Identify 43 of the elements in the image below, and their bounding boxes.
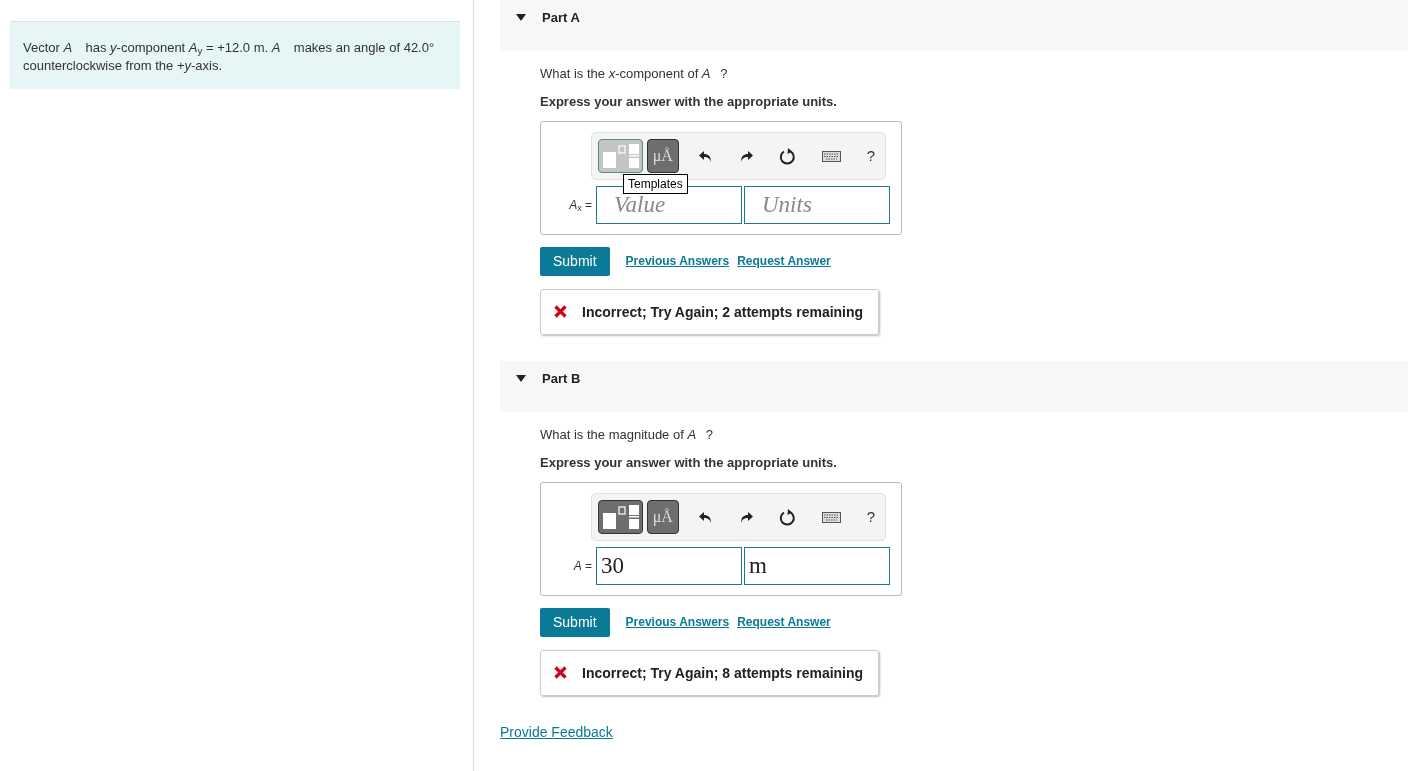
- part-title: Part A: [542, 9, 580, 27]
- undo-icon[interactable]: [698, 510, 713, 525]
- redo-icon[interactable]: [738, 149, 753, 164]
- collapse-caret-icon[interactable]: [516, 375, 526, 383]
- instruction-text: Express your answer with the appropriate units.: [540, 453, 838, 472]
- answer-label: A$_{x}$ =: [568, 197, 593, 214]
- tooltip: Templates: [623, 174, 688, 195]
- units-button[interactable]: μÅ: [647, 139, 679, 174]
- answer-units-field[interactable]: Units: [744, 186, 890, 225]
- reset-icon[interactable]: [778, 148, 796, 166]
- units-button[interactable]: μÅ: [647, 500, 679, 535]
- keyboard-icon[interactable]: [821, 512, 841, 524]
- question-text: What is the magnitude of A⃗?: [540, 426, 715, 444]
- redo-icon[interactable]: [738, 510, 753, 525]
- instruction-text: Express your answer with the appropriate units.: [540, 92, 838, 111]
- part-header[interactable]: Part A: [500, 0, 1408, 51]
- templates-icon: [600, 143, 641, 170]
- submit-button[interactable]: Submit: [540, 608, 610, 637]
- collapse-caret-icon[interactable]: [516, 14, 526, 22]
- reset-icon[interactable]: [778, 509, 796, 527]
- problem-statement: Vector A⃗ has y-component A$_{y}$ = +12.0 m. A⃗ makes an angle of 42.0° counterclockwise from the +y-axis.: [23, 39, 436, 75]
- help-button[interactable]: ?: [866, 145, 875, 167]
- submit-button[interactable]: Submit: [540, 247, 610, 276]
- templates-icon: [600, 504, 641, 531]
- answer-link[interactable]: Request Answer: [737, 253, 831, 270]
- feedback-text: Incorrect; Try Again; 8 attempts remaining: [582, 663, 864, 683]
- provide-feedback-link[interactable]: Provide Feedback: [500, 723, 613, 740]
- templates-button[interactable]: [598, 500, 644, 535]
- answer-units-field[interactable]: m: [744, 547, 890, 586]
- part-title: Part B: [542, 370, 581, 388]
- answer-link[interactable]: Previous Answers: [625, 253, 730, 270]
- feedback-text: Incorrect; Try Again; 2 attempts remaining: [582, 303, 864, 322]
- undo-icon[interactable]: [698, 149, 713, 164]
- question-text: What is the x-component of A⃗?: [540, 65, 729, 83]
- answer-link[interactable]: Request Answer: [737, 614, 831, 631]
- keyboard-icon[interactable]: [821, 151, 841, 163]
- error-x-icon: [554, 305, 567, 319]
- answer-label: A =: [572, 558, 593, 575]
- error-x-icon: [554, 666, 567, 680]
- answer-link[interactable]: Previous Answers: [625, 614, 730, 631]
- answer-value-field[interactable]: 30: [596, 547, 742, 586]
- help-button[interactable]: ?: [866, 506, 875, 528]
- part-header[interactable]: Part B: [500, 361, 1408, 412]
